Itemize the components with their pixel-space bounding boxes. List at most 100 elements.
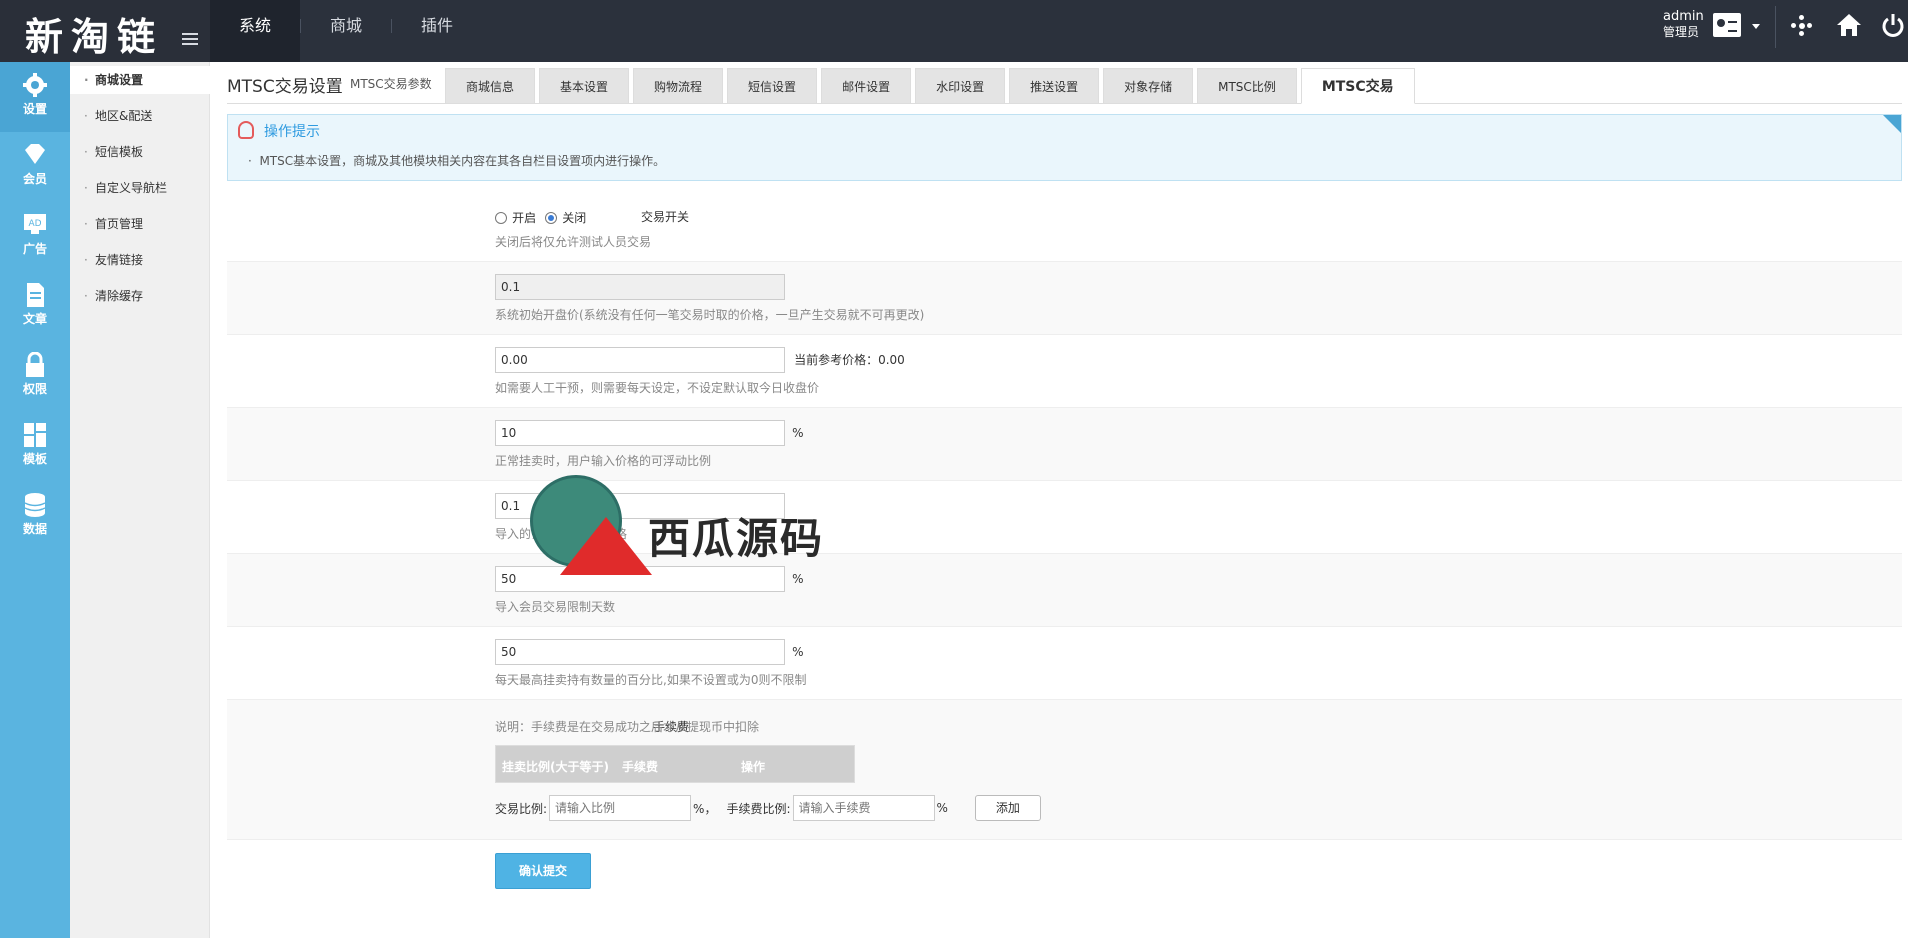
initial-price-input[interactable] <box>495 274 785 300</box>
sidebar-item-clear-cache[interactable]: 清除缓存 <box>70 282 210 310</box>
sidebar-data[interactable]: 数据 <box>0 482 70 552</box>
tomorrow-price-reference: 当前参考价格：0.00 <box>794 353 905 367</box>
sidebar-permissions[interactable]: 权限 <box>0 342 70 412</box>
tomorrow-price-hint: 如需要人工干预，则需要每天设定，不设定默认取今日收盘价 <box>495 381 820 395</box>
sidebar-permissions-label: 权限 <box>22 382 47 396</box>
radio-on-label[interactable]: 开启 <box>512 211 536 225</box>
tip-title: 操作提示 <box>264 124 320 140</box>
watermark-logo: 西瓜源码 <box>520 475 840 585</box>
tomorrow-price-input[interactable] <box>495 347 785 373</box>
sidebar-ads[interactable]: AD 广告 <box>0 202 70 272</box>
hand-pointer-icon <box>238 121 254 139</box>
fee-col-action: 操作 <box>741 760 766 774</box>
tip-corner-icon[interactable] <box>1883 115 1901 133</box>
row-trade-switch: 交易开关 开启 关闭 关闭后将仅允许测试人员交易 <box>227 190 1902 262</box>
top-nav-system[interactable]: 系统 <box>210 0 301 62</box>
radio-off[interactable] <box>545 212 558 224</box>
tab-object-storage[interactable]: 对象存储 <box>1103 68 1194 104</box>
sidebar-item-mall-settings[interactable]: 商城设置 <box>70 66 210 94</box>
page-subtitle: MTSC交易参数 <box>350 77 432 91</box>
sidebar-ads-label: 广告 <box>22 242 47 256</box>
sidebar-templates[interactable]: 模板 <box>0 412 70 482</box>
watermelon-slice-icon <box>560 517 652 575</box>
tab-mall-info[interactable]: 商城信息 <box>445 68 536 104</box>
fee-note: 说明：手续费是在交易成功之后才从提现币中扣除 <box>495 720 760 734</box>
ad-icon: AD <box>24 214 46 234</box>
sidebar-settings[interactable]: 设置 <box>0 62 70 132</box>
sidebar-members[interactable]: 会员 <box>0 132 70 202</box>
grid-icon <box>24 423 46 447</box>
ratio-input[interactable] <box>549 795 692 821</box>
sidebar-data-label: 数据 <box>22 522 47 536</box>
tab-mtsc-trade[interactable]: MTSC交易 <box>1300 68 1415 104</box>
fee-add-form: 交易比例: %， 手续费比例: % 添加 <box>495 795 1041 821</box>
row-import-price: 导入会员交易价格 导入的会员交易时的价格 <box>227 481 1902 554</box>
initial-price-hint: 系统初始开盘价(系统没有任何一笔交易时取的价格，一旦产生交易就不可再更改) <box>495 308 925 322</box>
fee-ratio-unit: % <box>936 801 948 815</box>
fee-ratio-input[interactable] <box>792 795 935 821</box>
row-fee: 手续费 说明：手续费是在交易成功之后才从提现币中扣除 挂卖比例(大于等于) 手续… <box>227 700 1902 840</box>
row-import-days: 导入会员交易限制天数 % 导入会员交易限制天数 <box>227 554 1902 627</box>
submit-button[interactable]: 确认提交 <box>495 853 591 889</box>
tab-sms[interactable]: 短信设置 <box>727 68 818 104</box>
menu-toggle-icon[interactable] <box>182 33 198 47</box>
home-icon[interactable] <box>1834 10 1864 40</box>
diamond-icon <box>25 144 45 164</box>
user-role[interactable]: 管理员 <box>1663 25 1699 39</box>
radio-off-label[interactable]: 关闭 <box>562 211 586 225</box>
logo-text: 新淘链 <box>25 14 164 59</box>
tip-line-text: MTSC基本设置，商城及其他模块相关内容在其各自栏目设置项内进行操作。 <box>259 154 666 168</box>
lock-icon <box>26 352 44 377</box>
float-ratio-input[interactable] <box>495 420 785 446</box>
top-bar: 新淘链 系统 商城 插件 admin 管理员 <box>0 0 1908 62</box>
operation-tips: 操作提示 · MTSC基本设置，商城及其他模块相关内容在其各自栏目设置项内进行操… <box>227 114 1902 181</box>
tab-basic[interactable]: 基本设置 <box>539 68 630 104</box>
sidebar-item-sms-templates[interactable]: 短信模板 <box>70 138 210 166</box>
daily-limit-field: % <box>495 639 804 665</box>
top-nav-plugin[interactable]: 插件 <box>392 0 482 62</box>
tab-shopping-flow[interactable]: 购物流程 <box>633 68 724 104</box>
sidebar-members-label: 会员 <box>22 172 47 186</box>
top-nav: 系统 商城 插件 <box>210 0 482 62</box>
secondary-sidebar: 商城设置 地区&配送 短信模板 自定义导航栏 首页管理 友情链接 清除缓存 <box>70 62 210 938</box>
document-icon <box>27 283 44 307</box>
import-days-hint: 导入会员交易限制天数 <box>495 600 616 614</box>
tab-watermark[interactable]: 水印设置 <box>915 68 1006 104</box>
logo: 新淘链 <box>0 0 210 62</box>
top-nav-mall[interactable]: 商城 <box>301 0 391 62</box>
tab-mtsc-ratio[interactable]: MTSC比例 <box>1197 68 1297 104</box>
database-icon <box>24 493 46 517</box>
radio-on[interactable] <box>495 212 507 224</box>
add-fee-button[interactable]: 添加 <box>974 795 1041 821</box>
sidebar-item-region-shipping[interactable]: 地区&配送 <box>70 102 210 130</box>
chevron-down-icon[interactable] <box>1752 24 1760 29</box>
sitemap-icon[interactable] <box>1791 15 1813 37</box>
page-title: MTSC交易设置 <box>227 77 343 97</box>
settings-tabs: 商城信息 基本设置 购物流程 短信设置 邮件设置 水印设置 推送设置 对象存储 … <box>445 68 1419 104</box>
tip-line: · MTSC基本设置，商城及其他模块相关内容在其各自栏目设置项内进行操作。 <box>248 154 666 168</box>
daily-limit-input[interactable] <box>495 639 785 665</box>
top-divider <box>1775 6 1776 48</box>
user-name[interactable]: admin <box>1663 10 1704 24</box>
sidebar-item-custom-nav[interactable]: 自定义导航栏 <box>70 174 210 202</box>
sidebar-item-home-manage[interactable]: 首页管理 <box>70 210 210 238</box>
row-daily-limit: 每日最高挂卖限制 % 每天最高挂卖持有数量的百分比,如果不设置或为0则不限制 <box>227 627 1902 700</box>
sidebar-articles[interactable]: 文章 <box>0 272 70 342</box>
user-card-icon[interactable] <box>1713 13 1741 37</box>
gear-icon <box>23 73 47 97</box>
row-float-ratio: 价格浮动比例 % 正常挂卖时，用户输入价格的可浮动比例 <box>227 408 1902 481</box>
svg-text:AD: AD <box>28 219 41 229</box>
sidebar-templates-label: 模板 <box>22 452 47 466</box>
power-icon[interactable] <box>1878 10 1908 40</box>
daily-limit-unit: % <box>792 645 804 659</box>
tab-push[interactable]: 推送设置 <box>1009 68 1100 104</box>
row-tomorrow-price: 明日开盘价 当前参考价格：0.00 如需要人工干预，则需要每天设定，不设定默认取… <box>227 335 1902 408</box>
ratio-label: 交易比例: <box>495 801 548 816</box>
sidebar-articles-label: 文章 <box>22 312 47 326</box>
tab-email[interactable]: 邮件设置 <box>821 68 912 104</box>
ratio-unit: %， <box>693 801 717 816</box>
sidebar-settings-label: 设置 <box>22 102 47 116</box>
icon-sidebar: 设置 会员 AD 广告 文章 权限 模板 数据 <box>0 62 70 938</box>
sidebar-item-friend-links[interactable]: 友情链接 <box>70 246 210 274</box>
fee-table: 挂卖比例(大于等于) 手续费 操作 <box>495 745 855 783</box>
